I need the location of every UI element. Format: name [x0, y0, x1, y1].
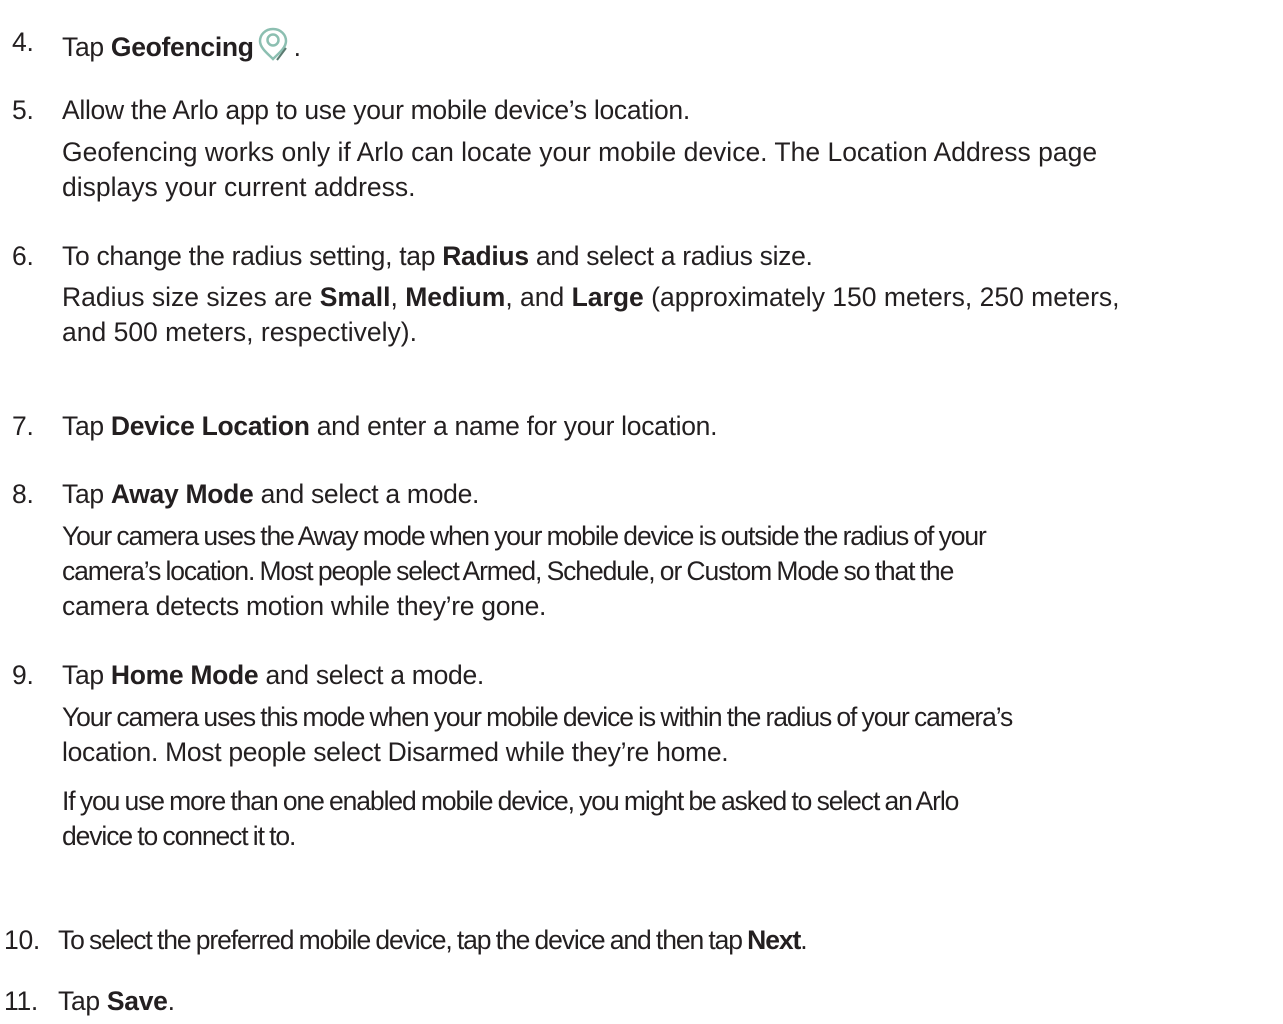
location-pin-icon	[256, 26, 294, 69]
step-number: 10.	[4, 925, 40, 955]
step-8-detail: Your camera uses the Away mode when your…	[62, 521, 987, 621]
step-text: Tap Away Mode and select a mode.	[62, 479, 480, 509]
step-text: Allow the Arlo app to use your mobile de…	[62, 95, 690, 125]
step-text: Tap Home Mode and select a mode.	[62, 660, 484, 690]
step-text: Tap Save.	[58, 986, 175, 1016]
ui-label: Device Location	[110, 411, 310, 441]
ui-label: Away Mode	[110, 479, 254, 509]
step-9-note: If you use more than one enabled mobile …	[62, 786, 959, 851]
step-number: 7.	[12, 411, 34, 441]
step-number: 8.	[12, 479, 34, 509]
step-number: 11.	[4, 986, 38, 1016]
step-text: Tap Geofencing.	[62, 26, 301, 69]
ui-label: Radius	[442, 241, 529, 271]
step-6-detail: Radius size sizes are Small, Medium, and…	[62, 282, 1120, 347]
step-number: 5.	[12, 95, 34, 125]
step-5-detail: Geofencing works only if Arlo can locate…	[62, 137, 1098, 202]
step-number: 6.	[12, 241, 34, 271]
document-page: { "steps": [ { "number": "4.", "parts": …	[0, 0, 1283, 1024]
step-number: 4.	[12, 27, 34, 57]
step-text: To select the preferred mobile device, t…	[58, 925, 808, 955]
ui-label: Home Mode	[110, 660, 259, 690]
ui-label: Save	[106, 986, 168, 1016]
ui-label: Next	[747, 925, 801, 955]
step-9-detail: Your camera uses this mode when your mob…	[62, 702, 1013, 767]
step-text: To change the radius setting, tap Radius…	[62, 241, 813, 271]
step-text: Tap Device Location and enter a name for…	[62, 411, 718, 441]
step-number: 9.	[12, 660, 34, 690]
ui-label: Geofencing	[110, 32, 254, 62]
